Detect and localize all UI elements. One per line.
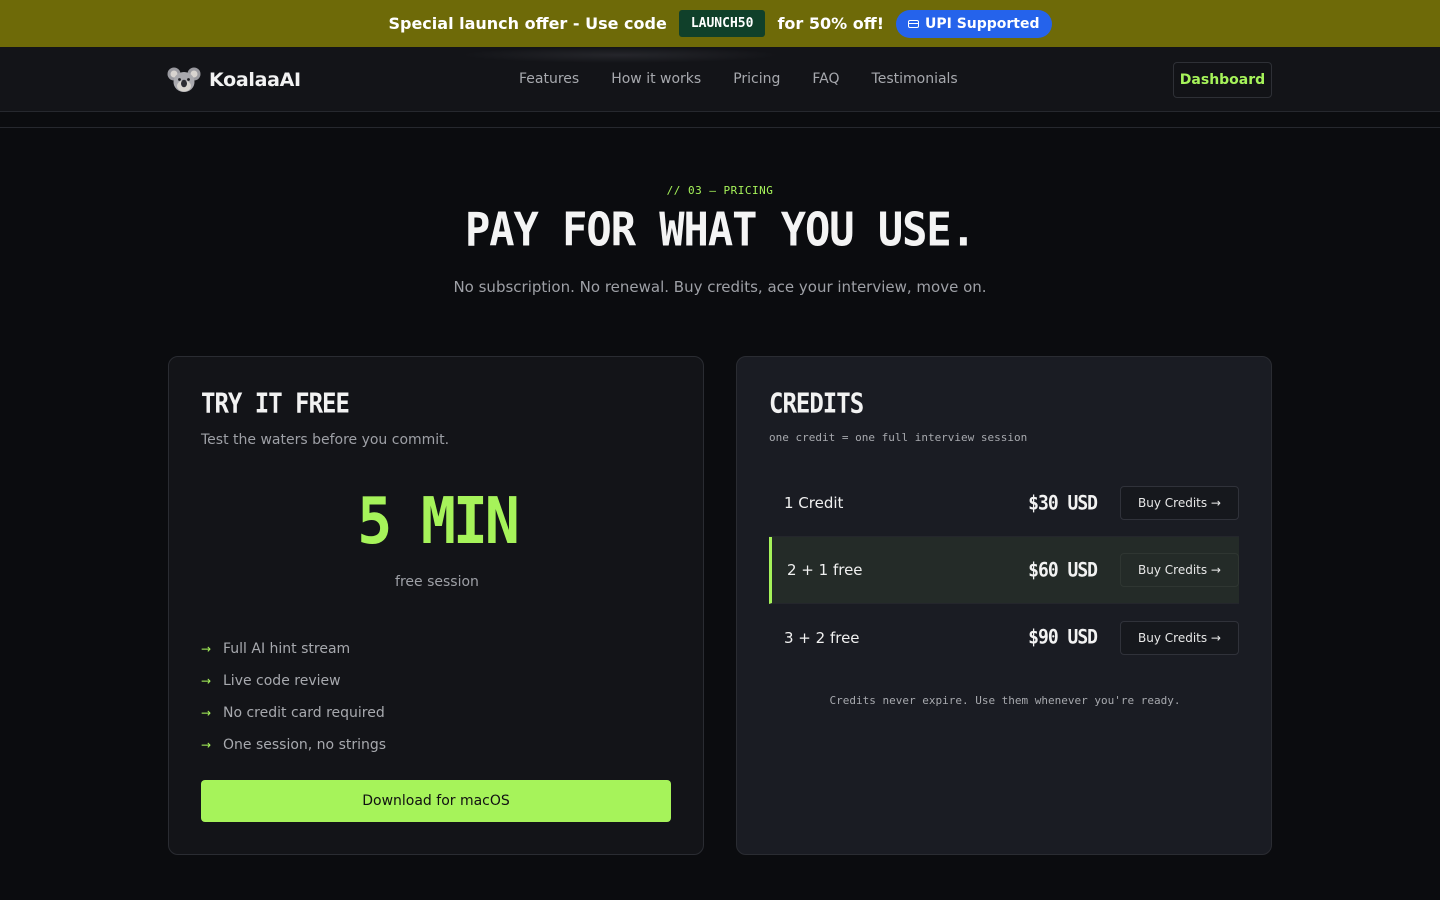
credit-card-icon [907,19,919,28]
tier-price: $60 USD [1028,558,1098,582]
free-amount-caption: free session [395,574,479,590]
nav-link-pricing[interactable]: Pricing [733,71,780,87]
arrow-right-icon: → [201,642,212,656]
arrow-right-icon: → [201,706,212,720]
list-item: → Full AI hint stream [201,633,386,665]
section-title: PAY FOR WHAT YOU USE. [464,202,976,257]
arrow-right-icon: → [201,738,212,752]
top-navbar: KoalaaAI Features How it works Pricing F… [0,47,1440,112]
free-card-title: TRY IT FREE [201,387,350,420]
tier-quantity: 1 Credit [784,494,844,512]
promo-code: LAUNCH50 [678,10,766,37]
credits-note: one credit = one full interview session [769,431,1028,444]
promo-banner: Special launch offer - Use code LAUNCH50… [0,0,1440,47]
brand-name: KoalaaAI [209,69,301,91]
feature-label: Full AI hint stream [223,641,351,657]
tier-quantity: 3 + 2 free [784,628,860,647]
buy-credits-button[interactable]: Buy Credits → [1120,553,1239,587]
list-item: → One session, no strings [201,729,386,761]
arrow-right-icon: → [201,674,212,688]
upi-label: UPI Supported [924,15,1040,32]
buy-credits-button[interactable]: Buy Credits → [1120,620,1239,655]
tier-quantity: 2 + 1 free [787,561,863,579]
credits-card-title: CREDITS [769,387,864,420]
nav-link-faq[interactable]: FAQ [812,71,839,87]
nav-glow [460,47,780,63]
feature-list: → Full AI hint stream → Live code review… [201,633,386,761]
dashboard-button[interactable]: Dashboard [1173,62,1272,98]
nav-link-how-it-works[interactable]: How it works [611,71,701,87]
credit-tier-row: 1 Credit $30 USD Buy Credits → [769,470,1239,537]
koala-icon [167,67,201,92]
free-plan-card: TRY IT FREE Test the waters before you c… [168,356,704,855]
divider [0,127,1440,128]
download-macos-button[interactable]: Download for macOS [201,780,671,822]
section-subtitle: No subscription. No renewal. Buy credits… [453,278,987,296]
nav-menu: Features How it works Pricing FAQ Testim… [519,71,958,87]
section-eyebrow: // 03 — PRICING [666,184,774,197]
logo[interactable]: KoalaaAI [167,63,301,97]
list-item: → No credit card required [201,697,386,729]
feature-label: One session, no strings [223,737,387,753]
tier-price: $30 USD [1028,491,1098,515]
nav-link-features[interactable]: Features [519,71,579,87]
list-item: → Live code review [201,665,386,697]
buy-credits-button[interactable]: Buy Credits → [1120,486,1239,520]
credits-footer-note: Credits never expire. Use them whenever … [829,694,1181,707]
nav-link-testimonials[interactable]: Testimonials [872,71,958,87]
promo-text: Special launch offer - Use code [388,14,667,33]
upi-badge: UPI Supported [895,9,1052,38]
feature-label: Live code review [223,673,341,689]
free-amount: 5 MIN [357,483,520,559]
credit-tier-row: 3 + 2 free $90 USD Buy Credits → [769,604,1239,671]
tier-price: $90 USD [1028,625,1098,650]
free-card-description: Test the waters before you commit. [201,432,450,448]
promo-discount-text: for 50% off! [777,14,884,33]
credits-plan-card: CREDITS one credit = one full interview … [736,356,1272,855]
credit-tier-row-highlighted: 2 + 1 free $60 USD Buy Credits → [769,537,1239,604]
feature-label: No credit card required [223,705,385,721]
